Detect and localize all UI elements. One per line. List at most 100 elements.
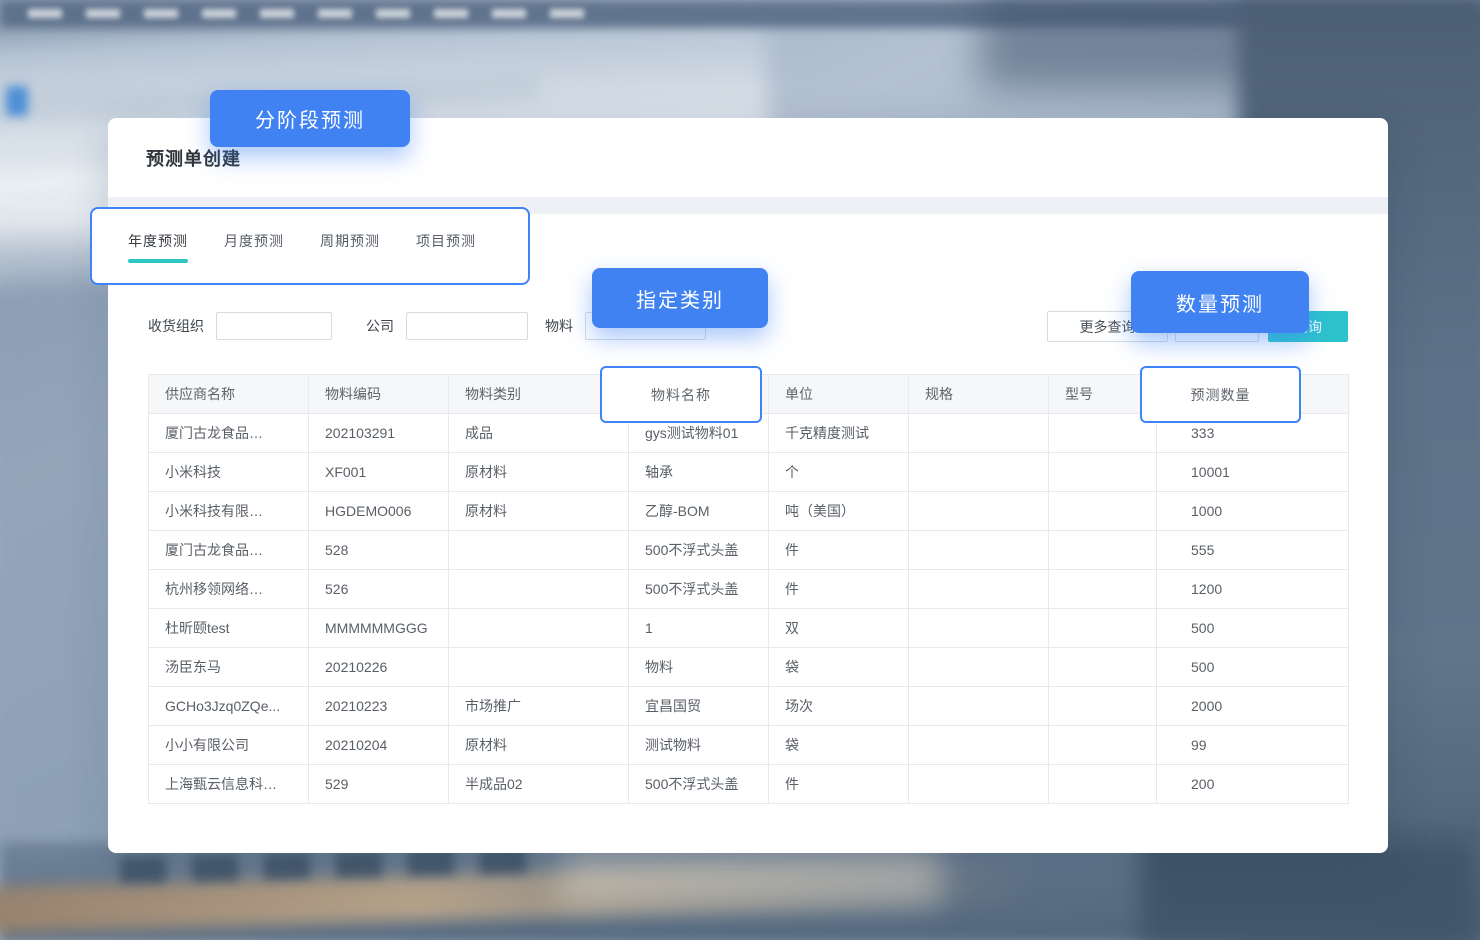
table-cell xyxy=(1049,687,1157,726)
table-cell xyxy=(1049,453,1157,492)
bg-shadow-left xyxy=(0,240,120,880)
tabs-highlight-box: 年度预测 月度预测 周期预测 项目预测 xyxy=(90,207,530,285)
table-cell xyxy=(909,765,1049,804)
company-input[interactable] xyxy=(406,312,528,340)
tab-label: 周期预测 xyxy=(320,233,380,249)
tab-label: 项目预测 xyxy=(416,233,476,249)
filter-label: 物料 xyxy=(545,316,573,336)
table-cell: 乙醇-BOM xyxy=(629,492,769,531)
table-cell xyxy=(1049,492,1157,531)
tab-annual-forecast[interactable]: 年度预测 xyxy=(128,231,188,263)
table-cell: 小米科技 xyxy=(149,453,309,492)
active-tab-underline xyxy=(128,259,188,263)
table-cell: MMMMMMGGG xyxy=(309,609,449,648)
table-cell: 200 xyxy=(1157,765,1349,804)
table-cell: 20210223 xyxy=(309,687,449,726)
table-cell: 500不浮式头盖 xyxy=(629,765,769,804)
material-name-column-label: 物料名称 xyxy=(651,385,711,405)
table-cell: 2000 xyxy=(1157,687,1349,726)
table-cell xyxy=(449,609,629,648)
table-cell: 场次 xyxy=(769,687,909,726)
tab-monthly-forecast[interactable]: 月度预测 xyxy=(224,231,284,263)
table-cell xyxy=(909,531,1049,570)
table-cell: 袋 xyxy=(769,726,909,765)
table-cell: 20210226 xyxy=(309,648,449,687)
table-cell: 千克精度测试 xyxy=(769,414,909,453)
forecast-qty-column-highlight: 预测数量 xyxy=(1140,366,1301,423)
table-cell: 件 xyxy=(769,570,909,609)
table-cell xyxy=(1049,765,1157,804)
table-cell: 半成品02 xyxy=(449,765,629,804)
tab-project-forecast[interactable]: 项目预测 xyxy=(416,231,476,263)
badge-quantity-forecast: 数量预测 xyxy=(1131,271,1309,333)
filter-label: 公司 xyxy=(366,316,394,336)
table-cell: 原材料 xyxy=(449,492,629,531)
forecast-table: 供应商名称物料编码物料类别单位规格型号 厦门古龙食品…202103291成品gy… xyxy=(148,374,1349,804)
table-cell: 汤臣东马 xyxy=(149,648,309,687)
badge-phased-forecast: 分阶段预测 xyxy=(210,90,410,147)
table-cell xyxy=(909,414,1049,453)
table-cell: 526 xyxy=(309,570,449,609)
table-cell: 500 xyxy=(1157,648,1349,687)
table-row: 小小有限公司20210204原材料测试物料袋99 xyxy=(149,726,1349,765)
tab-label: 月度预测 xyxy=(224,233,284,249)
table-row: GCHo3Jzq0ZQe...20210223市场推广宜昌国贸场次2000 xyxy=(149,687,1349,726)
table-cell: XF001 xyxy=(309,453,449,492)
table-row: 厦门古龙食品…528500不浮式头盖件555 xyxy=(149,531,1349,570)
table-cell xyxy=(909,492,1049,531)
table-cell: 1 xyxy=(629,609,769,648)
table-cell: 测试物料 xyxy=(629,726,769,765)
table-cell xyxy=(909,570,1049,609)
badge-specify-category: 指定类别 xyxy=(592,268,768,328)
column-header: 物料编码 xyxy=(309,375,449,414)
table-cell: 10001 xyxy=(1157,453,1349,492)
table-cell xyxy=(1049,609,1157,648)
forecast-qty-column-label: 预测数量 xyxy=(1191,385,1251,405)
table-cell: 500 xyxy=(1157,609,1349,648)
tab-label: 年度预测 xyxy=(128,233,188,249)
table-cell xyxy=(909,726,1049,765)
table-cell: 500不浮式头盖 xyxy=(629,570,769,609)
bg-menubar-text-blur xyxy=(28,9,588,18)
table-cell: 1000 xyxy=(1157,492,1349,531)
table-cell xyxy=(909,648,1049,687)
column-header: 单位 xyxy=(769,375,909,414)
table-cell: 轴承 xyxy=(629,453,769,492)
table-cell: 500不浮式头盖 xyxy=(629,531,769,570)
table-row: 小米科技有限…HGDEMO006原材料乙醇-BOM吨（美国）1000 xyxy=(149,492,1349,531)
table-cell: 吨（美国） xyxy=(769,492,909,531)
table-cell: 市场推广 xyxy=(449,687,629,726)
table-cell: 件 xyxy=(769,531,909,570)
table-cell xyxy=(1049,648,1157,687)
table-row: 小米科技XF001原材料轴承个10001 xyxy=(149,453,1349,492)
table-cell: 528 xyxy=(309,531,449,570)
bg-light-blob xyxy=(560,846,940,904)
table-cell: 个 xyxy=(769,453,909,492)
table-cell: HGDEMO006 xyxy=(309,492,449,531)
receiving-org-input[interactable] xyxy=(216,312,332,340)
tab-periodic-forecast[interactable]: 周期预测 xyxy=(320,231,380,263)
filter-field-receiving-org: 收货组织 xyxy=(148,311,332,341)
table-cell: 529 xyxy=(309,765,449,804)
table-cell: 厦门古龙食品… xyxy=(149,414,309,453)
table-cell xyxy=(449,570,629,609)
forecast-tabs: 年度预测 月度预测 周期预测 项目预测 xyxy=(128,231,476,263)
table-cell: 杭州移领网络… xyxy=(149,570,309,609)
column-header: 规格 xyxy=(909,375,1049,414)
bg-doc-icon-blur xyxy=(6,86,28,116)
table-cell xyxy=(909,609,1049,648)
table-cell: 原材料 xyxy=(449,726,629,765)
table-row: 杜昕颐testMMMMMMGGG 1双 500 xyxy=(149,609,1349,648)
table-row: 汤臣东马20210226物料袋500 xyxy=(149,648,1349,687)
table-row: 上海甄云信息科…529半成品02500不浮式头盖件200 xyxy=(149,765,1349,804)
table-cell: 202103291 xyxy=(309,414,449,453)
table-cell: 宜昌国贸 xyxy=(629,687,769,726)
table-cell xyxy=(449,648,629,687)
screen: 预测单创建 收货组织公司物料 更多查询 查询 供应商名称物料编码物料类别单位规格… xyxy=(0,0,1480,940)
table-cell: 双 xyxy=(769,609,909,648)
table-cell: 杜昕颐test xyxy=(149,609,309,648)
table-cell xyxy=(1049,531,1157,570)
filter-field-company: 公司 xyxy=(366,311,528,341)
table-cell: 555 xyxy=(1157,531,1349,570)
table-row: 杭州移领网络…526500不浮式头盖件1200 xyxy=(149,570,1349,609)
